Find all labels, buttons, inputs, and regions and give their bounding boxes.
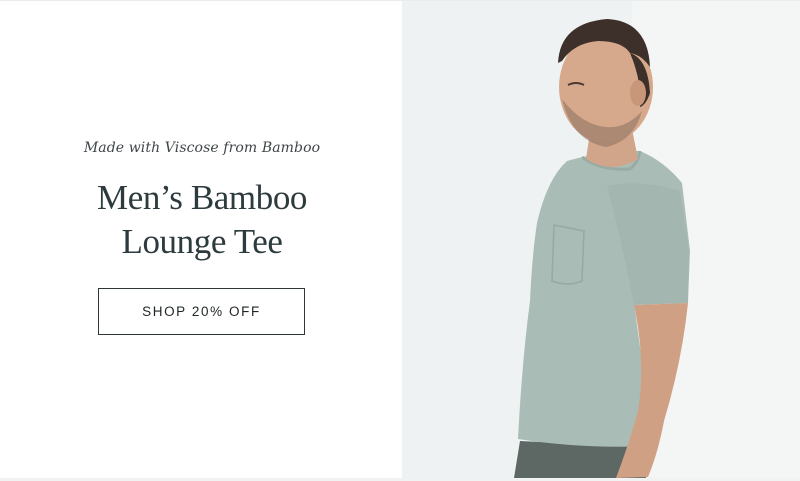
title-line-1: Men’s Bamboo bbox=[96, 178, 308, 217]
title-line-2: Lounge Tee bbox=[121, 222, 283, 261]
promo-banner: Made with Viscose from Bamboo Men’s Bamb… bbox=[0, 0, 800, 481]
page-title: Men’s Bamboo Lounge Tee bbox=[0, 176, 404, 264]
model-wearing-tee-image bbox=[402, 1, 800, 478]
product-photo[interactable] bbox=[402, 1, 800, 478]
shop-discount-button[interactable]: SHOP 20% OFF bbox=[98, 288, 305, 335]
eyebrow-text: Made with Viscose from Bamboo bbox=[83, 140, 321, 156]
